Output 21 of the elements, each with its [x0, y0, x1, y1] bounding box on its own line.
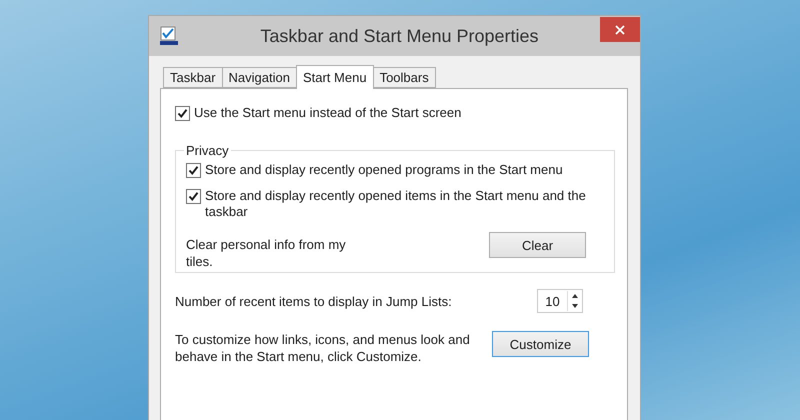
checkbox-label: Store and display recently opened programs in the Start menu	[205, 162, 563, 178]
tab[interactable]: Toolbars	[372, 67, 436, 88]
checkbox-label: Use the Start menu instead of the Start screen	[194, 105, 462, 121]
clear-description: Clear personal info from my tiles.	[186, 236, 347, 270]
close-button[interactable]	[600, 17, 640, 42]
tab[interactable]: Taskbar	[163, 67, 223, 88]
tab[interactable]: Start Menu	[296, 65, 374, 89]
customize-description: To customize how links, icons, and menus look and behave in the Start menu, click Customize.	[175, 331, 471, 365]
jump-list-label: Number of recent items to display in Jump Lists:	[175, 294, 452, 308]
group-title: Privacy	[185, 143, 230, 158]
app-icon	[159, 26, 179, 46]
tab[interactable]: Navigation	[222, 67, 297, 88]
window-title: Taskbar and Start Menu Properties	[259, 26, 540, 46]
close-icon	[615, 24, 625, 34]
checkbox-label: Store and display recently opened items in the Start menu and the taskbar	[205, 188, 587, 220]
customize-button[interactable]: Customize	[492, 331, 589, 357]
checkbox[interactable]	[186, 163, 201, 178]
checkbox[interactable]	[186, 189, 201, 204]
number-spinner[interactable]: 10	[537, 289, 583, 313]
checkbox[interactable]	[175, 106, 190, 121]
clear-button[interactable]: Clear	[489, 232, 586, 258]
